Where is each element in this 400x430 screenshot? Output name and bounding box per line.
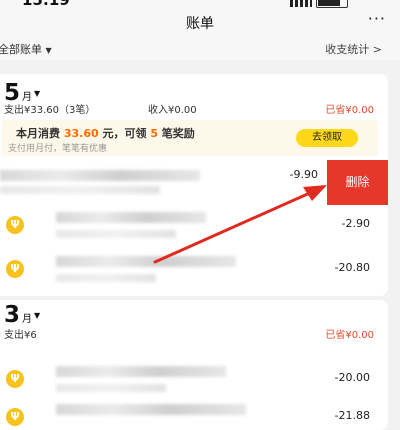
delete-button[interactable]: 删除 (327, 160, 388, 205)
redacted-text (0, 170, 200, 181)
redacted-text (56, 212, 206, 223)
redacted-text (56, 230, 176, 238)
redacted-text (56, 384, 166, 392)
promo-prefix: 本月消费 (16, 127, 64, 140)
caret-down-icon: ▼ (34, 89, 41, 98)
promo-amount: 33.60 (63, 127, 99, 140)
caret-down-icon: ▼ (34, 311, 41, 320)
transaction-row[interactable]: Ψ -20.00 (0, 362, 388, 402)
redacted-text (56, 274, 156, 282)
fork-knife-icon: Ψ (6, 370, 24, 388)
redacted-text (56, 256, 236, 267)
month-spend-summary: 支出¥6 (4, 330, 37, 341)
promo-banner: 本月消费 33.60 元，可领 5 笔奖励 支付用月付，笔笔有优惠 去领取 (2, 120, 378, 156)
promo-suffix: 笔奖励 (157, 127, 195, 140)
month-saved-summary: 已省¥0.00 (325, 105, 374, 116)
battery-level (318, 0, 341, 6)
signal-icon (290, 0, 312, 7)
promo-subtitle: 支付用月付，笔笔有优惠 (8, 144, 108, 154)
transaction-amount: -21.88 (334, 409, 370, 422)
transaction-amount: -9.90 (289, 168, 318, 181)
month-unit: 月 (22, 314, 33, 325)
month-saved-summary: 已省¥0.00 (325, 330, 374, 341)
fork-knife-icon: Ψ (6, 260, 24, 278)
fork-knife-icon: Ψ (6, 216, 24, 234)
fork-knife-icon: Ψ (6, 408, 24, 426)
month-spend-summary: 支出¥33.60（3笔） (4, 105, 96, 116)
month-number: 3 (4, 302, 21, 328)
all-bills-label: 全部账单 (0, 43, 42, 56)
transaction-amount: -2.90 (341, 217, 370, 230)
transaction-row[interactable]: Ψ -21.88 (0, 400, 388, 430)
redacted-text (56, 404, 246, 415)
income-expense-stats-link[interactable]: 收支统计 > (325, 41, 382, 57)
month-income-summary: 收入¥0.00 (148, 105, 197, 116)
redacted-text (0, 186, 160, 194)
all-bills-dropdown[interactable]: 全部账单 ▼ (0, 41, 52, 57)
page-title: 账单 (186, 16, 214, 32)
transaction-row[interactable]: Ψ -20.80 (0, 252, 388, 292)
promo-headline: 本月消费 33.60 元，可领 5 笔奖励 (16, 125, 195, 141)
status-time: 15:19 (22, 0, 70, 9)
status-bar: 15:19 (0, 0, 400, 10)
claim-reward-button[interactable]: 去领取 (296, 129, 358, 147)
caret-down-icon: ▼ (45, 46, 52, 55)
month-card-march: 3 月 ▼ 支出¥6 已省¥0.00 Ψ -20.00 Ψ -21.88 (0, 300, 388, 430)
battery-icon (316, 0, 348, 8)
filter-bar: 全部账单 ▼ 收支统计 > (0, 38, 400, 60)
more-options-button[interactable]: ··· (368, 9, 386, 28)
redacted-text (56, 366, 226, 377)
transaction-row[interactable]: Ψ -2.90 (0, 208, 388, 248)
month-selector[interactable]: 3 月 ▼ (4, 302, 40, 328)
promo-middle: 元，可领 (98, 127, 151, 140)
transaction-amount: -20.80 (334, 261, 370, 274)
promo-count: 5 (150, 127, 158, 140)
transaction-amount: -20.00 (334, 371, 370, 384)
title-bar: 账单 ··· (0, 9, 400, 38)
